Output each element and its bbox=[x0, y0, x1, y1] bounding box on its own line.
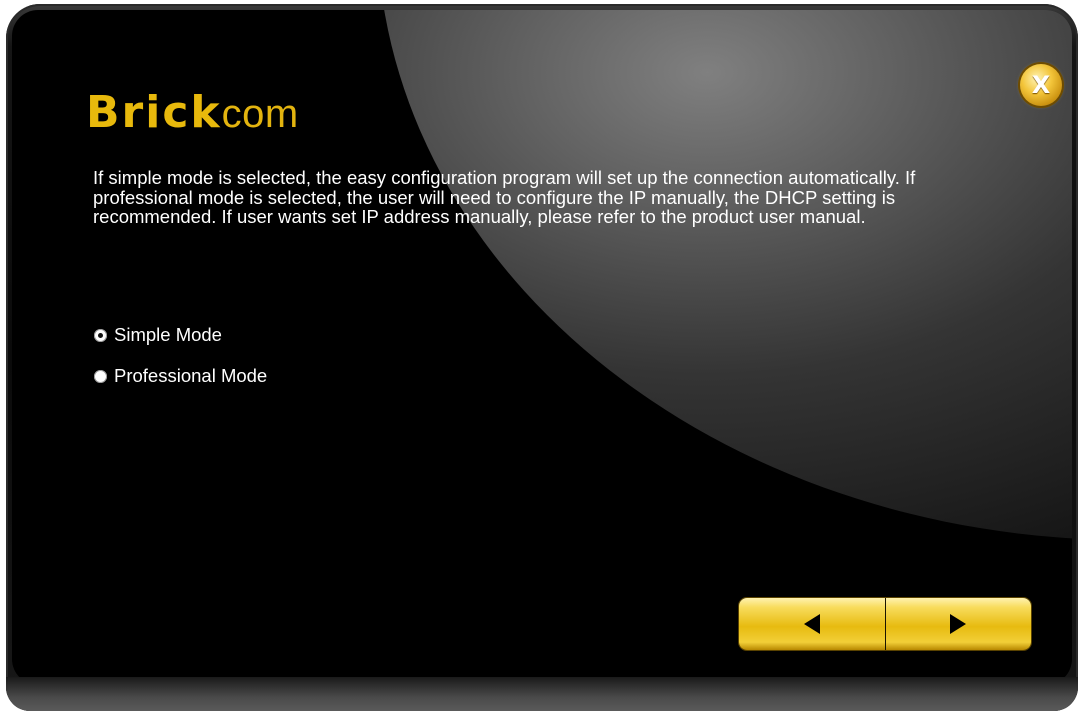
close-button[interactable]: X bbox=[1020, 64, 1062, 106]
professional-mode-radio[interactable] bbox=[94, 369, 107, 383]
professional-mode-option[interactable]: Professional Mode bbox=[94, 366, 267, 386]
navigation-buttons bbox=[739, 598, 1031, 650]
logo-com: com bbox=[221, 92, 299, 136]
configuration-window: Brickcom X If simple mode is selected, t… bbox=[6, 4, 1078, 711]
arrow-left-icon bbox=[803, 614, 820, 634]
mode-description: If simple mode is selected, the easy con… bbox=[93, 167, 916, 227]
arrow-right-icon bbox=[950, 614, 967, 634]
next-button[interactable] bbox=[885, 598, 1031, 650]
logo-brick: Brick bbox=[86, 87, 222, 138]
window-bottom-bar bbox=[6, 677, 1078, 711]
back-button[interactable] bbox=[739, 598, 886, 650]
simple-mode-option[interactable]: Simple Mode bbox=[94, 325, 222, 345]
professional-mode-label: Professional Mode bbox=[114, 365, 268, 386]
brickcom-logo: Brickcom bbox=[86, 88, 299, 139]
simple-mode-label: Simple Mode bbox=[114, 324, 222, 345]
close-icon: X bbox=[1031, 71, 1051, 99]
background-sheen bbox=[377, 10, 1072, 540]
simple-mode-radio[interactable] bbox=[94, 328, 107, 342]
main-panel: Brickcom X If simple mode is selected, t… bbox=[12, 10, 1072, 685]
